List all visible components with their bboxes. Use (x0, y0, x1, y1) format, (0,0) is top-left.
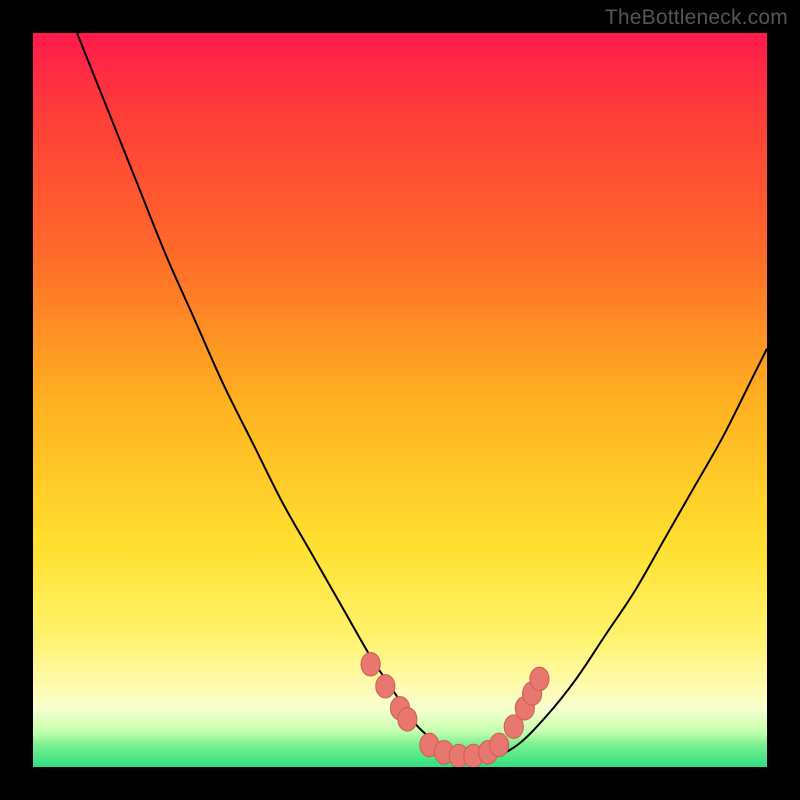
curve-marker (361, 652, 380, 675)
plot-area (33, 33, 767, 767)
curve-marker (490, 733, 509, 756)
bottleneck-curve (77, 33, 767, 761)
curve-svg (33, 33, 767, 767)
chart-frame: TheBottleneck.com (0, 0, 800, 800)
curve-marker (530, 667, 549, 690)
curve-marker (398, 708, 417, 731)
curve-marker (376, 675, 395, 698)
watermark-text: TheBottleneck.com (605, 6, 788, 30)
